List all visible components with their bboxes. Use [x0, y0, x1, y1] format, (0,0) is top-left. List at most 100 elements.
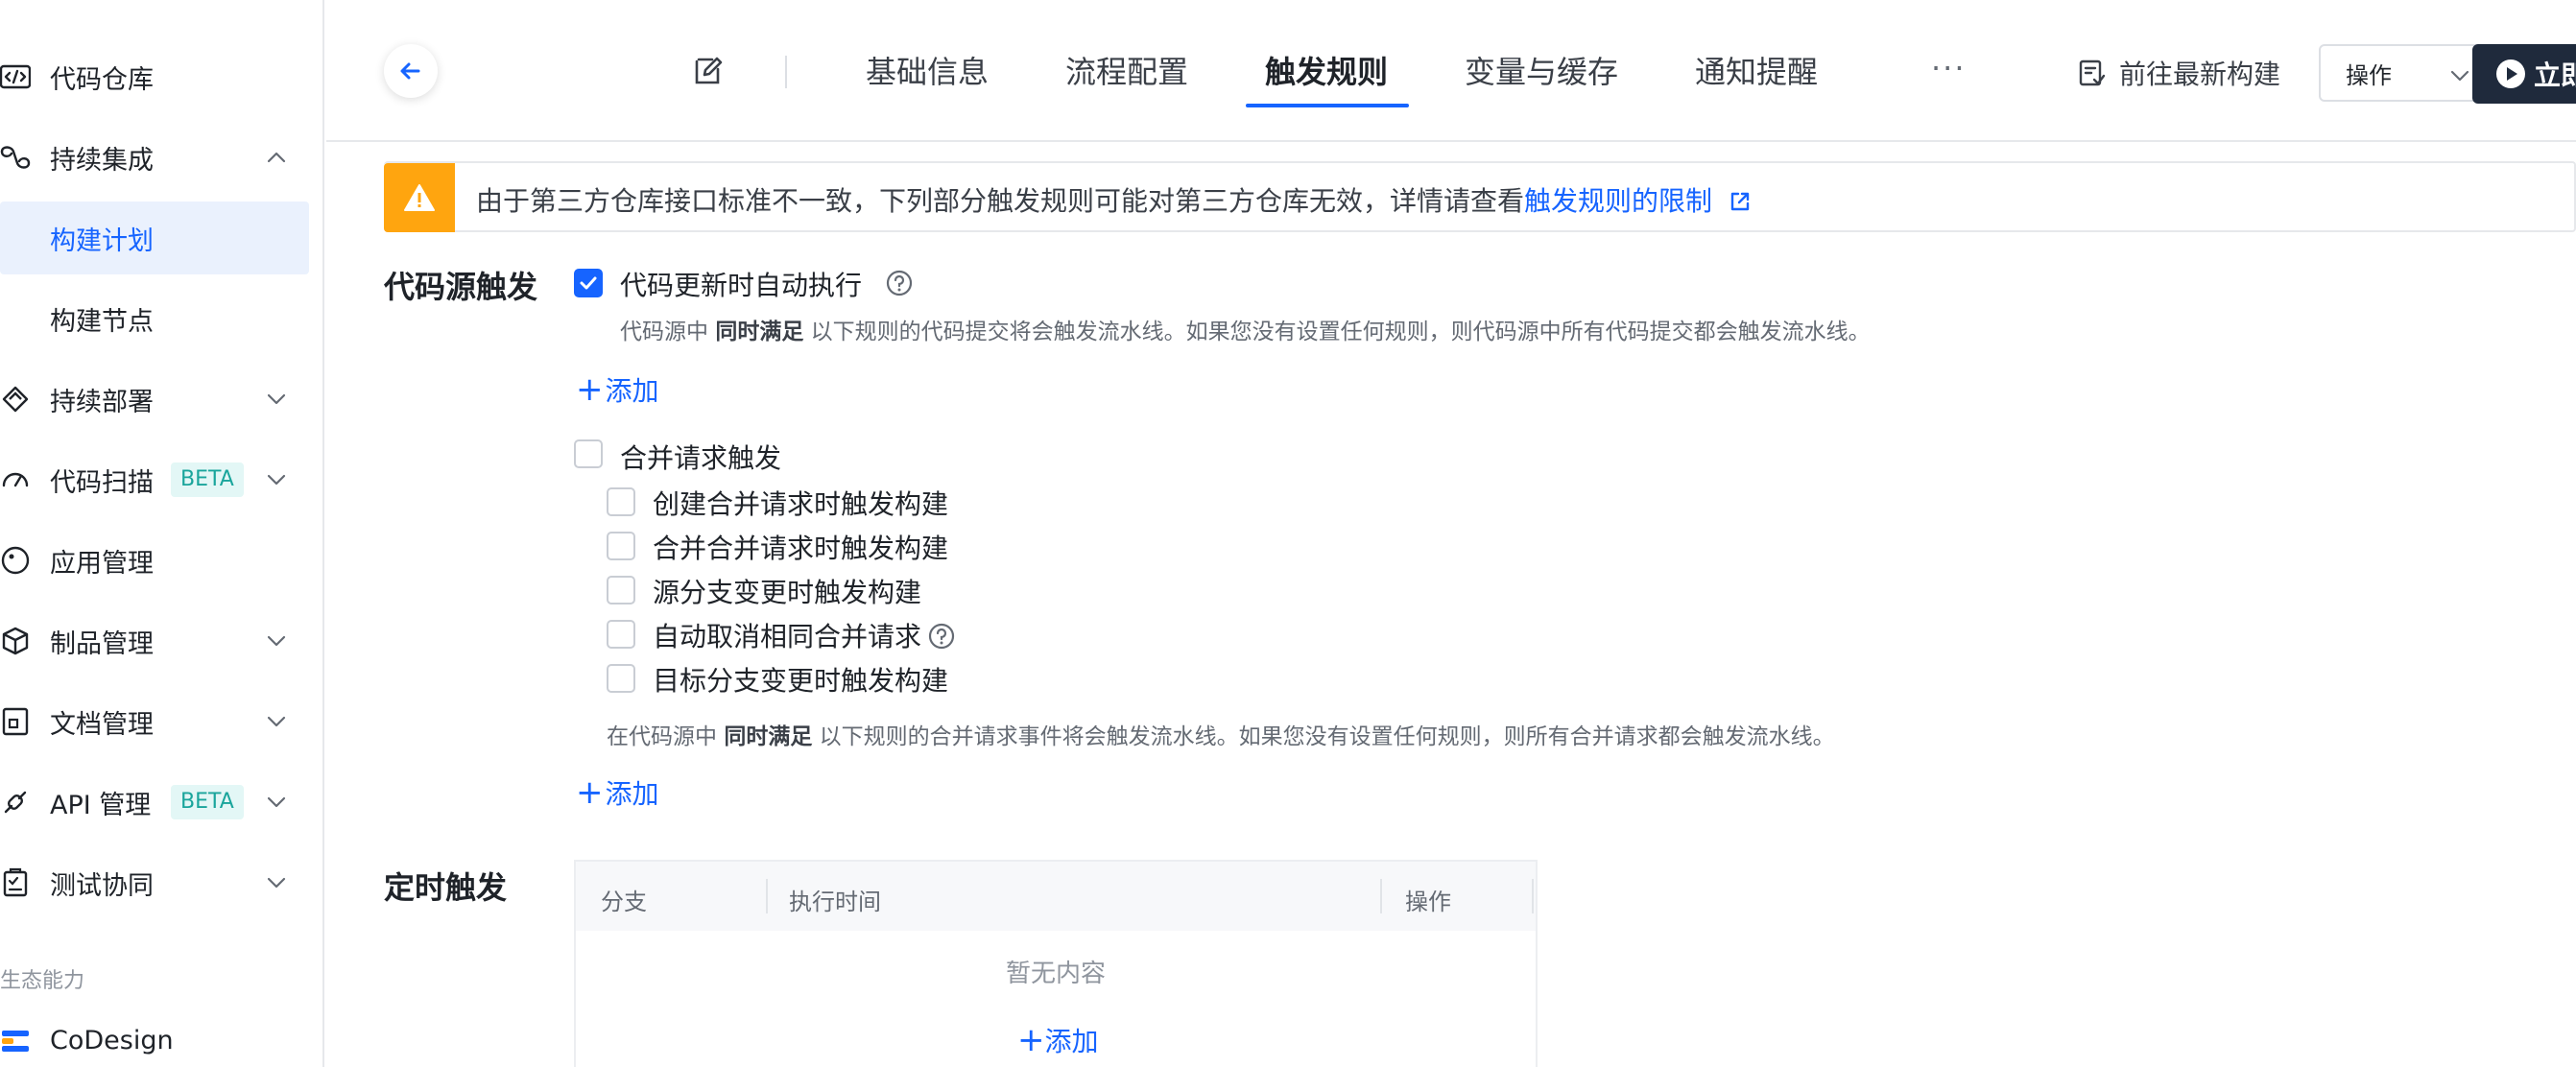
auto-run-checkbox[interactable]: [574, 269, 603, 297]
chevron-up-icon[interactable]: [265, 146, 288, 169]
sidebar-item-label: 制品管理: [50, 628, 154, 659]
mr-option-checkbox[interactable]: [607, 487, 635, 516]
desc-text: 以下规则的合并请求事件将会触发流水线。如果您没有设置任何规则，则所有合并请求都会…: [819, 724, 1835, 749]
auto-run-label[interactable]: 代码更新时自动执行: [620, 265, 862, 303]
mr-option-checkbox[interactable]: [607, 664, 635, 693]
sidebar-section-label: 生态能力: [0, 969, 85, 993]
chevron-down-icon[interactable]: [265, 710, 288, 733]
column-header-actions: 操作: [1405, 889, 1451, 915]
sidebar-item-label: 文档管理: [50, 709, 154, 740]
timer-trigger-table: 分支 执行时间 操作 暂无内容 + 添加: [574, 860, 1538, 1067]
add-code-rule-button[interactable]: + 添加: [576, 370, 659, 409]
mr-option-label[interactable]: 目标分支变更时触发构建: [653, 660, 948, 699]
merge-request-checkbox[interactable]: [574, 439, 603, 468]
mr-option-label[interactable]: 源分支变更时触发构建: [653, 572, 921, 610]
mr-option-label[interactable]: 创建合并请求时触发构建: [653, 484, 948, 522]
column-header-exec-time: 执行时间: [789, 889, 881, 915]
sidebar-item-api[interactable]: API 管理 BETA: [0, 766, 317, 839]
plus-icon: +: [576, 773, 604, 812]
chevron-down-icon: [2450, 70, 2469, 82]
sidebar-item-label: API 管理: [50, 790, 152, 820]
goto-latest-build-button[interactable]: 前往最新构建: [2077, 54, 2280, 92]
run-now-label: 立即: [2534, 59, 2576, 91]
integration-icon: [0, 146, 31, 169]
build-record-icon: [2079, 59, 2106, 86]
tab-trigger-rules[interactable]: 触发规则: [1265, 48, 1388, 92]
column-divider: [766, 879, 768, 913]
sidebar-item-label: 代码仓库: [50, 64, 154, 95]
sidebar-item-test[interactable]: 测试协同: [0, 846, 317, 919]
sidebar-item-artifact[interactable]: 制品管理: [0, 605, 317, 677]
mr-option-checkbox[interactable]: [607, 620, 635, 649]
arrow-left-icon: [400, 62, 420, 80]
trigger-limit-link[interactable]: 触发规则的限制: [1524, 185, 1712, 217]
sidebar-item-build-node[interactable]: 构建节点: [0, 282, 317, 355]
chevron-down-icon[interactable]: [265, 388, 288, 411]
sidebar-item-label: CoDesign: [50, 1025, 174, 1055]
help-icon[interactable]: [885, 269, 914, 297]
document-icon: [2, 707, 29, 736]
sidebar-item-ci[interactable]: 持续集成: [0, 121, 317, 194]
sidebar: 代码仓库 持续集成 构建计划 构建节点 持续部署 代码扫描 BETA 应用管理 …: [0, 0, 324, 1067]
add-label: 添加: [605, 778, 659, 810]
add-mr-rule-button[interactable]: + 添加: [576, 773, 659, 812]
sidebar-item-docs[interactable]: 文档管理: [0, 685, 317, 758]
sidebar-item-label: 测试协同: [50, 870, 154, 901]
sidebar-item-build-plan[interactable]: 构建计划: [0, 202, 309, 274]
help-icon[interactable]: [927, 622, 956, 651]
chevron-down-icon[interactable]: [265, 791, 288, 814]
check-icon: [580, 276, 597, 290]
mr-option-label[interactable]: 合并合并请求时触发构建: [653, 528, 948, 566]
add-timer-button[interactable]: + 添加: [1017, 1021, 1099, 1059]
tab-flow-config[interactable]: 流程配置: [1065, 48, 1188, 92]
warning-message: 由于第三方仓库接口标准不一致，下列部分触发规则可能对第三方仓库无效，详情请查看触…: [476, 180, 1752, 219]
beta-badge: BETA: [171, 785, 244, 819]
timer-trigger-title: 定时触发: [384, 869, 508, 906]
sidebar-item-label: 代码扫描: [50, 467, 154, 498]
chevron-down-icon[interactable]: [265, 629, 288, 652]
deploy-icon: [2, 386, 29, 413]
more-tabs-button[interactable]: ···: [1931, 50, 1967, 86]
chevron-down-icon[interactable]: [265, 468, 288, 491]
back-button[interactable]: [384, 44, 438, 98]
desc-bold: 同时满足: [715, 320, 804, 344]
sidebar-item-app-manage[interactable]: 应用管理: [0, 524, 317, 597]
sidebar-item-label: 持续集成: [50, 145, 154, 176]
mr-option-checkbox[interactable]: [607, 576, 635, 605]
warning-icon-box: [384, 163, 455, 232]
merge-request-label[interactable]: 合并请求触发: [620, 438, 781, 476]
desc-text: 以下规则的代码提交将会触发流水线。如果您没有设置任何规则，则代码源中所有代码提交…: [810, 320, 1871, 344]
sidebar-item-label: 应用管理: [50, 548, 154, 579]
external-link-icon[interactable]: [1729, 190, 1752, 213]
api-icon: [4, 791, 27, 814]
mr-option-checkbox[interactable]: [607, 532, 635, 560]
page-header: 基础信息 流程配置 触发规则 变量与缓存 通知提醒 ··· 前往最新构建 操作 …: [326, 0, 2576, 142]
sidebar-item-code-scan[interactable]: 代码扫描 BETA: [0, 443, 317, 516]
play-icon: [2496, 59, 2525, 88]
auto-run-description: 代码源中 同时满足 以下规则的代码提交将会触发流水线。如果您没有设置任何规则，则…: [620, 313, 1871, 345]
edit-icon[interactable]: [693, 56, 724, 86]
column-divider: [1532, 879, 1534, 913]
sidebar-item-codesign[interactable]: CoDesign: [0, 1004, 317, 1067]
operations-dropdown[interactable]: 操作: [2319, 44, 2497, 102]
column-header-branch: 分支: [601, 889, 647, 915]
mr-option-label[interactable]: 自动取消相同合并请求: [653, 616, 921, 654]
warning-banner: 由于第三方仓库接口标准不一致，下列部分触发规则可能对第三方仓库无效，详情请查看触…: [384, 161, 2576, 232]
app-icon: [1, 546, 30, 575]
add-label: 添加: [605, 375, 659, 407]
tab-basic-info[interactable]: 基础信息: [866, 48, 989, 92]
goto-latest-build-label: 前往最新构建: [2119, 59, 2281, 90]
tab-variables-cache[interactable]: 变量与缓存: [1465, 48, 1618, 92]
chevron-down-icon[interactable]: [265, 871, 288, 894]
code-icon: [0, 64, 31, 89]
sidebar-item-code-repo[interactable]: 代码仓库: [0, 40, 317, 113]
run-now-button[interactable]: 立即: [2472, 44, 2576, 104]
column-divider: [1380, 879, 1382, 913]
table-header: 分支 执行时间 操作: [576, 862, 1536, 931]
plus-icon: +: [576, 370, 604, 409]
add-label: 添加: [1044, 1026, 1099, 1057]
desc-text: 在代码源中: [607, 724, 717, 749]
sidebar-item-cd[interactable]: 持续部署: [0, 363, 317, 436]
tab-notifications[interactable]: 通知提醒: [1695, 48, 1818, 92]
merge-request-description: 在代码源中 同时满足 以下规则的合并请求事件将会触发流水线。如果您没有设置任何规…: [607, 718, 1835, 750]
